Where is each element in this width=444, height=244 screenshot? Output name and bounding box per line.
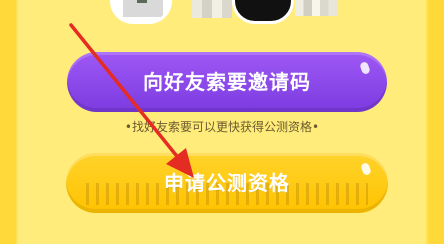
hint-text: •找好友索要可以更快获得公测资格• <box>124 120 320 134</box>
invite-code-button[interactable]: 向好友索要邀请码 <box>67 52 387 112</box>
apply-beta-button[interactable]: 申请公测资格 <box>66 153 388 213</box>
avatar-figure-icon <box>137 0 147 3</box>
apply-beta-button-label: 申请公测资格 <box>164 171 290 195</box>
pixelated-name-2 <box>295 0 337 16</box>
pixelated-name <box>192 0 232 18</box>
invite-code-button-label: 向好友索要邀请码 <box>143 70 311 94</box>
